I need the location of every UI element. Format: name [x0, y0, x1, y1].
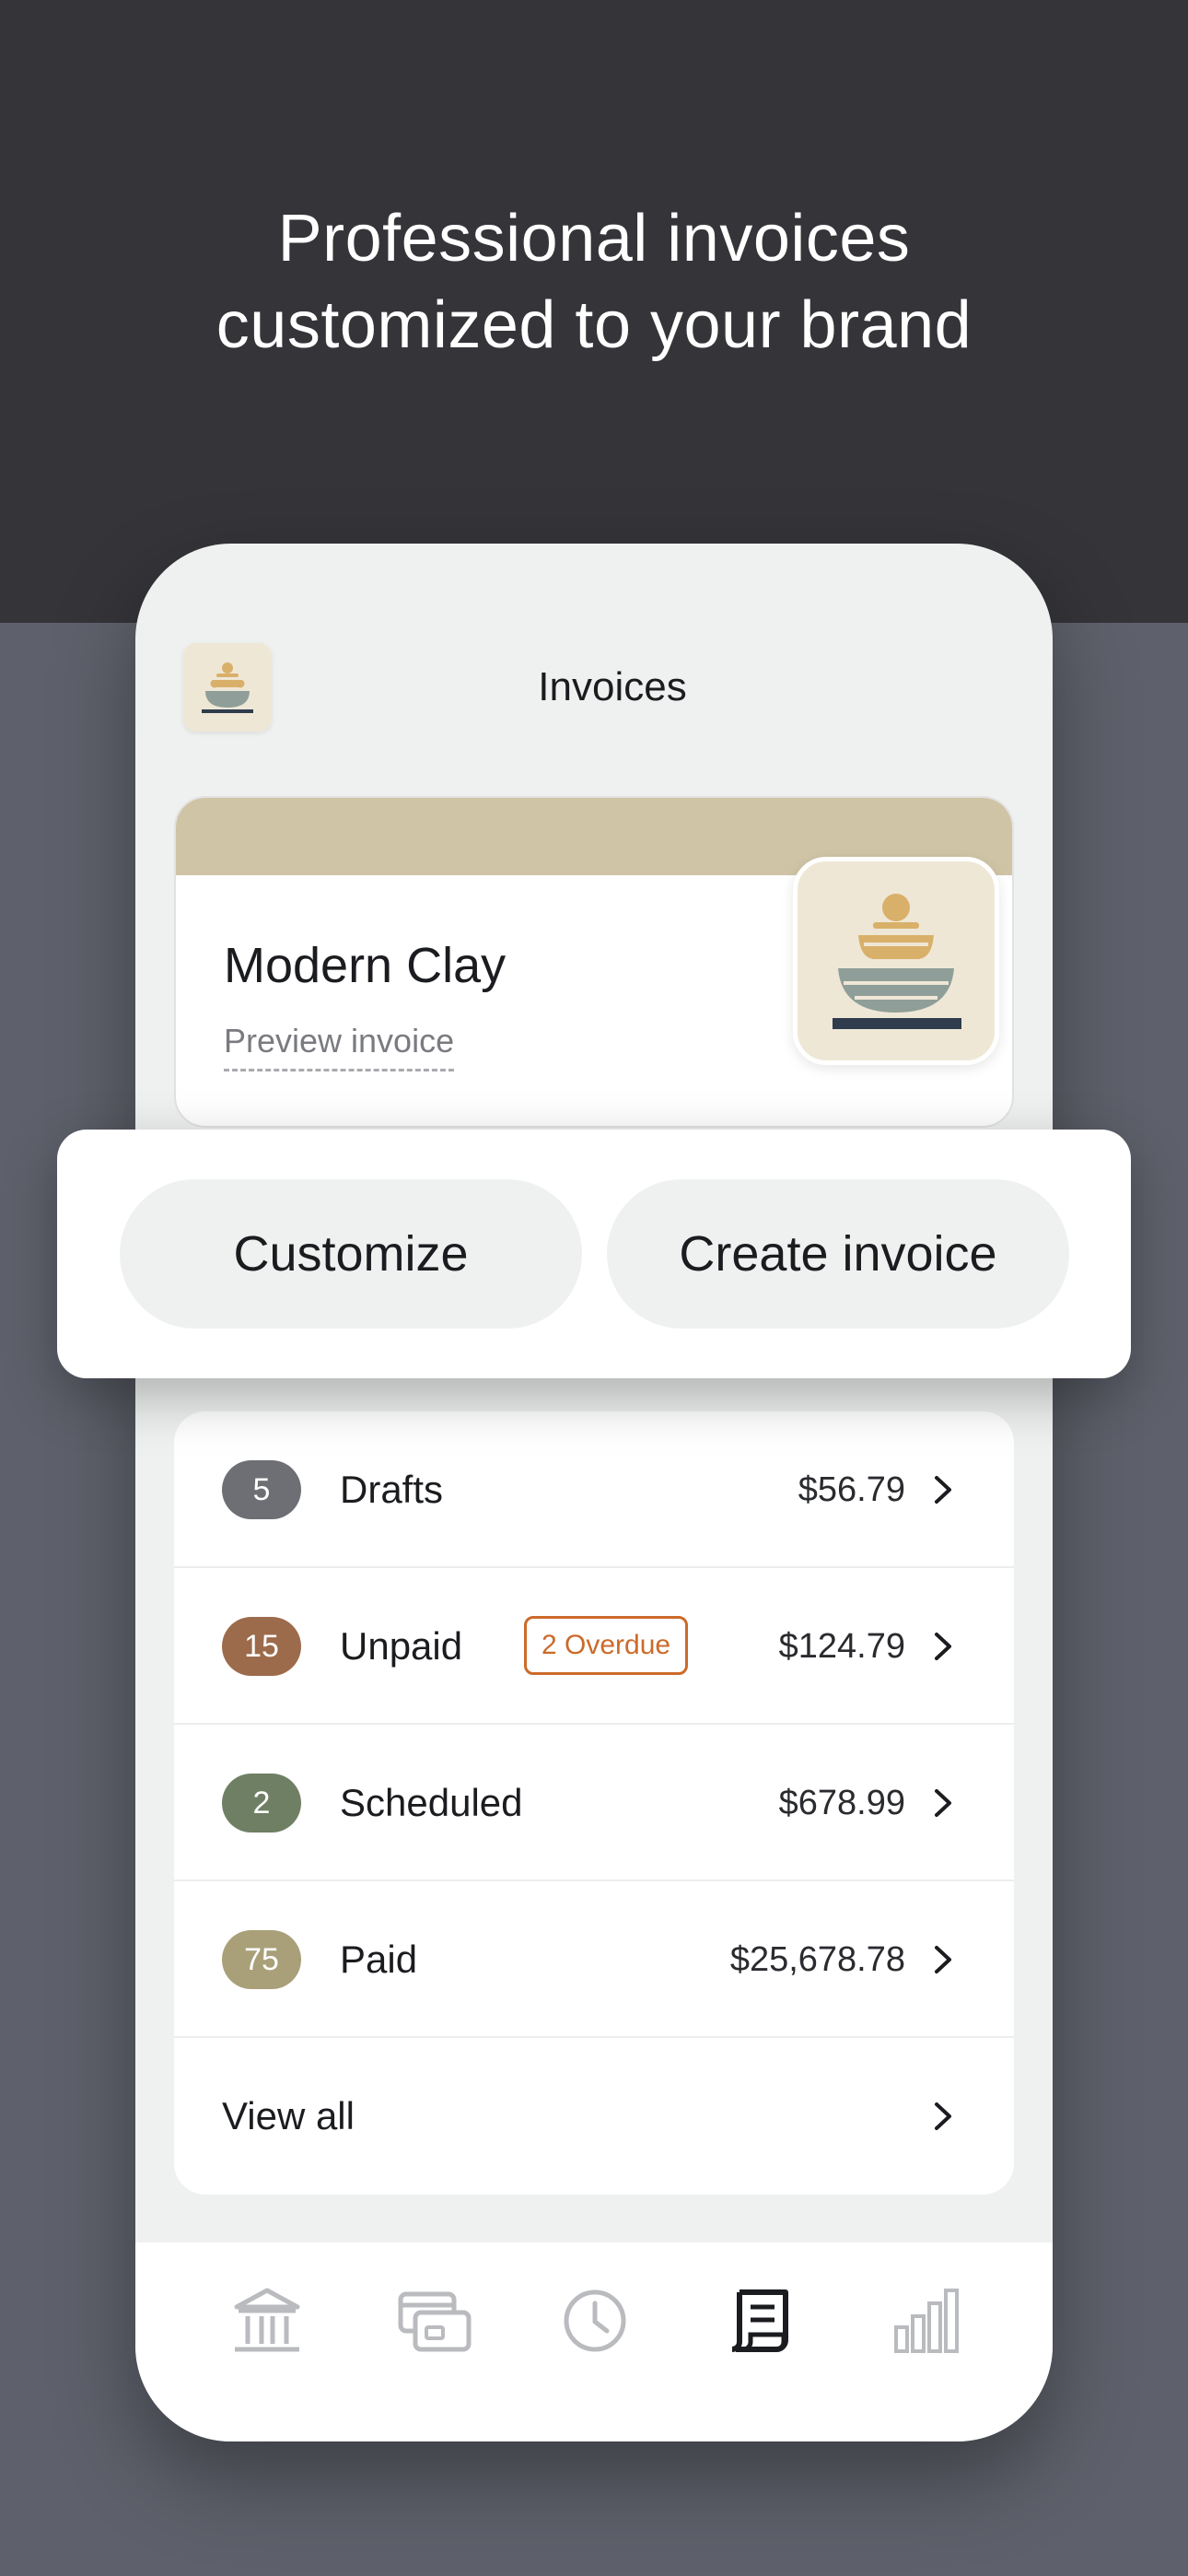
phone-screen: Invoices Modern Clay Preview invoice 5 D…	[135, 544, 1053, 2441]
row-label: Scheduled	[340, 1781, 523, 1824]
chevron-right-icon	[935, 1633, 951, 1660]
count-badge: 5	[222, 1460, 301, 1519]
row-label: Paid	[340, 1938, 418, 1981]
brand-card[interactable]: Modern Clay Preview invoice	[174, 796, 1014, 1128]
invoice-summary-list: 5 Drafts $56.79 15 Unpaid 2 Overdue $124…	[174, 1411, 1014, 2195]
row-amount: $56.79	[798, 1470, 905, 1509]
marketing-headline: Professional invoices customized to your…	[0, 195, 1188, 369]
chevron-right-icon	[935, 2102, 951, 2130]
tab-cards[interactable]	[393, 2279, 476, 2362]
overdue-badge: 2 Overdue	[524, 1616, 689, 1675]
card-icon	[398, 2291, 472, 2352]
chevron-right-icon	[935, 1789, 951, 1817]
invoice-icon	[731, 2289, 788, 2352]
row-label: Drafts	[340, 1468, 444, 1511]
tab-insights[interactable]	[883, 2279, 966, 2362]
row-amount: $25,678.78	[729, 1940, 905, 1979]
brand-name: Modern Clay	[224, 938, 507, 993]
row-amount: $124.79	[778, 1627, 905, 1666]
invoice-row-scheduled[interactable]: 2 Scheduled $678.99	[174, 1725, 1014, 1881]
headline-line-1: Professional invoices	[277, 202, 911, 275]
bank-icon	[234, 2288, 300, 2352]
preview-invoice-link[interactable]: Preview invoice	[224, 1021, 455, 1071]
view-all-label: View all	[222, 2094, 355, 2137]
row-amount: $678.99	[778, 1784, 905, 1822]
chevron-right-icon	[935, 1476, 951, 1504]
bar-chart-icon	[894, 2289, 959, 2353]
create-invoice-button[interactable]: Create invoice	[607, 1179, 1069, 1329]
app-header: Invoices	[135, 544, 1053, 783]
page-title: Invoices	[538, 664, 687, 709]
stacked-bowls-logo-icon	[793, 857, 999, 1065]
tab-bank[interactable]	[226, 2279, 309, 2362]
tab-invoices[interactable]	[721, 2279, 804, 2362]
count-badge: 15	[222, 1617, 301, 1676]
view-all-row[interactable]: View all	[174, 2038, 1014, 2195]
count-badge: 75	[222, 1930, 301, 1989]
invoice-row-drafts[interactable]: 5 Drafts $56.79	[174, 1411, 1014, 1568]
count-badge: 2	[222, 1774, 301, 1832]
customize-button[interactable]: Customize	[120, 1179, 582, 1329]
chevron-right-icon	[935, 1946, 951, 1973]
action-panel: Customize Create invoice	[57, 1130, 1131, 1378]
headline-line-2: customized to your brand	[215, 288, 973, 362]
clock-icon	[564, 2289, 626, 2352]
row-label: Unpaid	[340, 1624, 463, 1668]
invoice-row-paid[interactable]: 75 Paid $25,678.78	[174, 1881, 1014, 2038]
invoice-row-unpaid[interactable]: 15 Unpaid 2 Overdue $124.79	[174, 1568, 1014, 1725]
bottom-tab-bar	[135, 2242, 1053, 2441]
tab-history[interactable]	[553, 2279, 636, 2362]
